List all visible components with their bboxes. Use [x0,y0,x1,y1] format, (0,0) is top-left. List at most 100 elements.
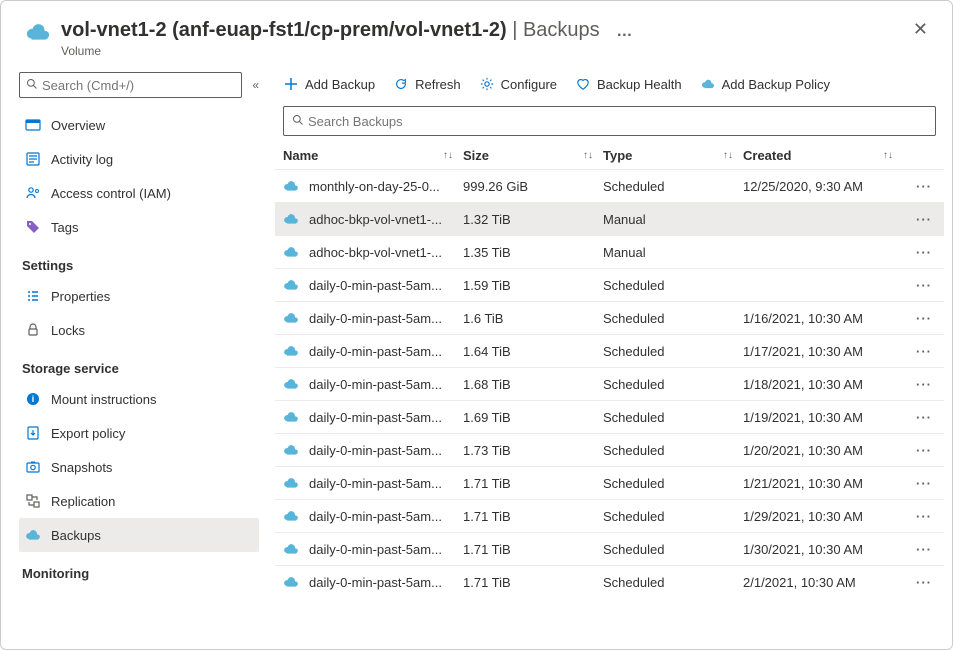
table-row[interactable]: daily-0-min-past-5am...1.59 TiBScheduled… [275,268,944,301]
row-name: daily-0-min-past-5am... [309,311,442,326]
add-backup-label: Add Backup [305,77,375,92]
table-row[interactable]: daily-0-min-past-5am...1.71 TiBScheduled… [275,565,944,598]
table-row[interactable]: monthly-on-day-25-0...999.26 GiBSchedule… [275,169,944,202]
col-name[interactable]: Name [283,148,318,163]
search-backups-input[interactable] [308,114,927,129]
row-type: Scheduled [603,509,743,524]
sort-icon[interactable]: ↑↓ [443,150,453,161]
replication-icon [25,493,41,509]
gear-icon [479,76,495,92]
row-type: Manual [603,212,743,227]
table-row[interactable]: daily-0-min-past-5am...1.71 TiBScheduled… [275,466,944,499]
section-storage: Storage service [19,361,259,376]
row-size: 1.73 TiB [463,443,603,458]
access-control-icon [25,185,41,201]
row-type: Scheduled [603,575,743,590]
refresh-button[interactable]: Refresh [393,76,461,92]
close-icon[interactable]: ✕ [913,19,928,40]
table-row[interactable]: daily-0-min-past-5am... 1.6 TiBScheduled1… [275,301,944,334]
row-size: 1.69 TiB [463,410,603,425]
section-settings: Settings [19,258,259,273]
row-type: Manual [603,245,743,260]
backup-icon [283,343,299,359]
add-backup-policy-button[interactable]: Add Backup Policy [700,76,830,92]
snapshots-icon [25,459,41,475]
row-name: daily-0-min-past-5am... [309,377,442,392]
nav-label: Export policy [51,426,125,441]
table-row[interactable]: daily-0-min-past-5am...1.71 TiBScheduled… [275,532,944,565]
add-backup-button[interactable]: Add Backup [283,76,375,92]
collapse-sidebar-icon[interactable]: « [252,78,259,92]
tags-icon [25,219,41,235]
sidebar-item-activity-log[interactable]: Activity log [19,142,259,176]
header-more-icon[interactable]: … [616,23,633,40]
col-type[interactable]: Type [603,148,632,163]
row-more-icon[interactable]: ··· [912,542,936,557]
row-size: 1.71 TiB [463,575,603,590]
row-created: 1/18/2021, 10:30 AM [743,377,893,392]
nav-label: Overview [51,118,105,133]
nav-label: Snapshots [51,460,112,475]
sidebar-item-properties[interactable]: Properties [19,279,259,313]
row-more-icon[interactable]: ··· [912,212,936,227]
row-more-icon[interactable]: ··· [912,476,936,491]
row-more-icon[interactable]: ··· [912,311,936,326]
row-more-icon[interactable]: ··· [912,410,936,425]
row-more-icon[interactable]: ··· [912,245,936,260]
row-name: daily-0-min-past-5am... [309,344,442,359]
activity-log-icon [25,151,41,167]
table-row[interactable]: daily-0-min-past-5am...1.71 TiBScheduled… [275,499,944,532]
row-more-icon[interactable]: ··· [912,509,936,524]
configure-button[interactable]: Configure [479,76,557,92]
refresh-icon [393,76,409,92]
col-created[interactable]: Created [743,148,791,163]
row-more-icon[interactable]: ··· [912,278,936,293]
table-row[interactable]: daily-0-min-past-5am...1.64 TiBScheduled… [275,334,944,367]
table-row[interactable]: adhoc-bkp-vol-vnet1-...1.35 TiBManual··· [275,235,944,268]
row-size: 1.6 TiB [463,311,603,326]
sort-icon[interactable]: ↑↓ [883,150,893,161]
backup-health-button[interactable]: Backup Health [575,76,682,92]
sidebar-item-overview[interactable]: Overview [19,108,259,142]
sidebar-item-replication[interactable]: Replication [19,484,259,518]
row-name: daily-0-min-past-5am... [309,443,442,458]
sidebar-search[interactable] [19,72,242,98]
sidebar-search-input[interactable] [42,78,235,93]
sidebar-item-export-policy[interactable]: Export policy [19,416,259,450]
row-more-icon[interactable]: ··· [912,344,936,359]
sidebar-item-access-control-iam-[interactable]: Access control (IAM) [19,176,259,210]
backup-icon [283,508,299,524]
search-backups[interactable] [283,106,936,136]
table-row[interactable]: daily-0-min-past-5am...1.68 TiBScheduled… [275,367,944,400]
sidebar-item-locks[interactable]: Locks [19,313,259,347]
sort-icon[interactable]: ↑↓ [583,150,593,161]
sidebar-item-snapshots[interactable]: Snapshots [19,450,259,484]
backup-icon [283,376,299,392]
nav-label: Backups [51,528,101,543]
table-row[interactable]: daily-0-min-past-5am...1.69 TiBScheduled… [275,400,944,433]
row-name: adhoc-bkp-vol-vnet1-... [309,245,442,260]
sidebar-item-mount-instructions[interactable]: iMount instructions [19,382,259,416]
row-more-icon[interactable]: ··· [912,575,936,590]
row-more-icon[interactable]: ··· [912,443,936,458]
row-more-icon[interactable]: ··· [912,179,936,194]
col-size[interactable]: Size [463,148,489,163]
table-row[interactable]: daily-0-min-past-5am...1.73 TiBScheduled… [275,433,944,466]
row-type: Scheduled [603,311,743,326]
row-created: 1/16/2021, 10:30 AM [743,311,893,326]
row-created: 1/30/2021, 10:30 AM [743,542,893,557]
sort-icon[interactable]: ↑↓ [723,150,733,161]
sidebar: « Overview Activity log Access control (IA… [1,66,269,644]
overview-icon [25,117,41,133]
backup-icon [283,178,299,194]
main-content: Add Backup Refresh Configure Backup Heal… [269,66,952,644]
row-name: daily-0-min-past-5am... [309,476,442,491]
row-more-icon[interactable]: ··· [912,377,936,392]
table-row[interactable]: adhoc-bkp-vol-vnet1-...1.32 TiBManual··· [275,202,944,235]
nav-label: Mount instructions [51,392,157,407]
sidebar-item-tags[interactable]: Tags [19,210,259,244]
sidebar-item-backups[interactable]: Backups [19,518,259,552]
header-text: vol-vnet1-2 (anf-euap-fst1/cp-prem/vol-v… [61,19,913,58]
configure-label: Configure [501,77,557,92]
nav-label: Activity log [51,152,113,167]
